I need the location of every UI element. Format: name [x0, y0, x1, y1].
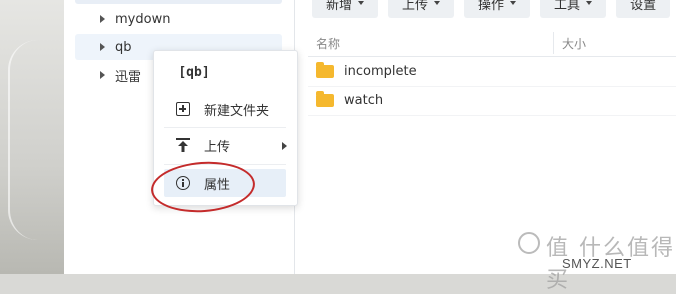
- settings-button[interactable]: 设置: [616, 0, 671, 18]
- caret-down-icon: [358, 1, 365, 5]
- file-name: watch: [344, 93, 384, 108]
- column-divider[interactable]: [553, 32, 554, 54]
- new-folder-icon: [174, 100, 192, 118]
- tools-button[interactable]: 工具: [540, 0, 607, 18]
- column-header-size[interactable]: 大小: [562, 35, 586, 52]
- list-header: 名称 大小: [308, 30, 676, 57]
- menu-item-label: 新建文件夹: [204, 103, 270, 119]
- menu-item-label: 上传: [204, 139, 231, 155]
- expand-arrow-icon[interactable]: [100, 43, 105, 51]
- column-header-name[interactable]: 名称: [316, 35, 340, 52]
- tree-item-label: qb: [115, 39, 132, 55]
- caret-down-icon: [510, 1, 517, 5]
- tree-item-label: 迅雷: [115, 69, 142, 85]
- watermark-logo-icon: [518, 232, 540, 254]
- toolbar: 新增 上传 操作 工具 设置: [312, 0, 671, 18]
- folder-icon: [316, 62, 334, 78]
- create-button[interactable]: 新增: [312, 0, 379, 18]
- tree-item-mydown[interactable]: mydown: [75, 6, 282, 32]
- watermark: 值 什么值得买 SMYZ.NET: [518, 228, 676, 293]
- caret-down-icon: [434, 1, 441, 5]
- tree-item-label: mydown: [115, 11, 171, 27]
- file-row-watch[interactable]: watch: [308, 86, 676, 116]
- background-decoration: [8, 40, 50, 240]
- menu-divider: [164, 127, 286, 128]
- file-name: incomplete: [344, 64, 417, 79]
- folder-icon: [316, 91, 334, 107]
- watermark-site: SMYZ.NET: [562, 256, 632, 271]
- upload-button[interactable]: 上传: [388, 0, 455, 18]
- action-button[interactable]: 操作: [464, 0, 531, 18]
- menu-item-upload[interactable]: 上传: [164, 131, 286, 159]
- action-button-label: 操作: [478, 0, 505, 13]
- caret-down-icon: [586, 1, 593, 5]
- settings-button-label: 设置: [630, 0, 657, 13]
- file-row-incomplete[interactable]: incomplete: [308, 57, 676, 87]
- upload-icon: [174, 136, 192, 154]
- tree-item-partial[interactable]: [75, 0, 282, 4]
- submenu-arrow-icon: [282, 142, 287, 150]
- expand-arrow-icon[interactable]: [100, 15, 105, 23]
- desktop-background: [0, 0, 64, 274]
- context-menu-title: [qb]: [178, 65, 210, 80]
- menu-item-new-folder[interactable]: 新建文件夹: [164, 95, 286, 123]
- upload-button-label: 上传: [402, 0, 429, 13]
- expand-arrow-icon[interactable]: [100, 71, 105, 79]
- tools-button-label: 工具: [554, 0, 581, 13]
- create-button-label: 新增: [326, 0, 353, 13]
